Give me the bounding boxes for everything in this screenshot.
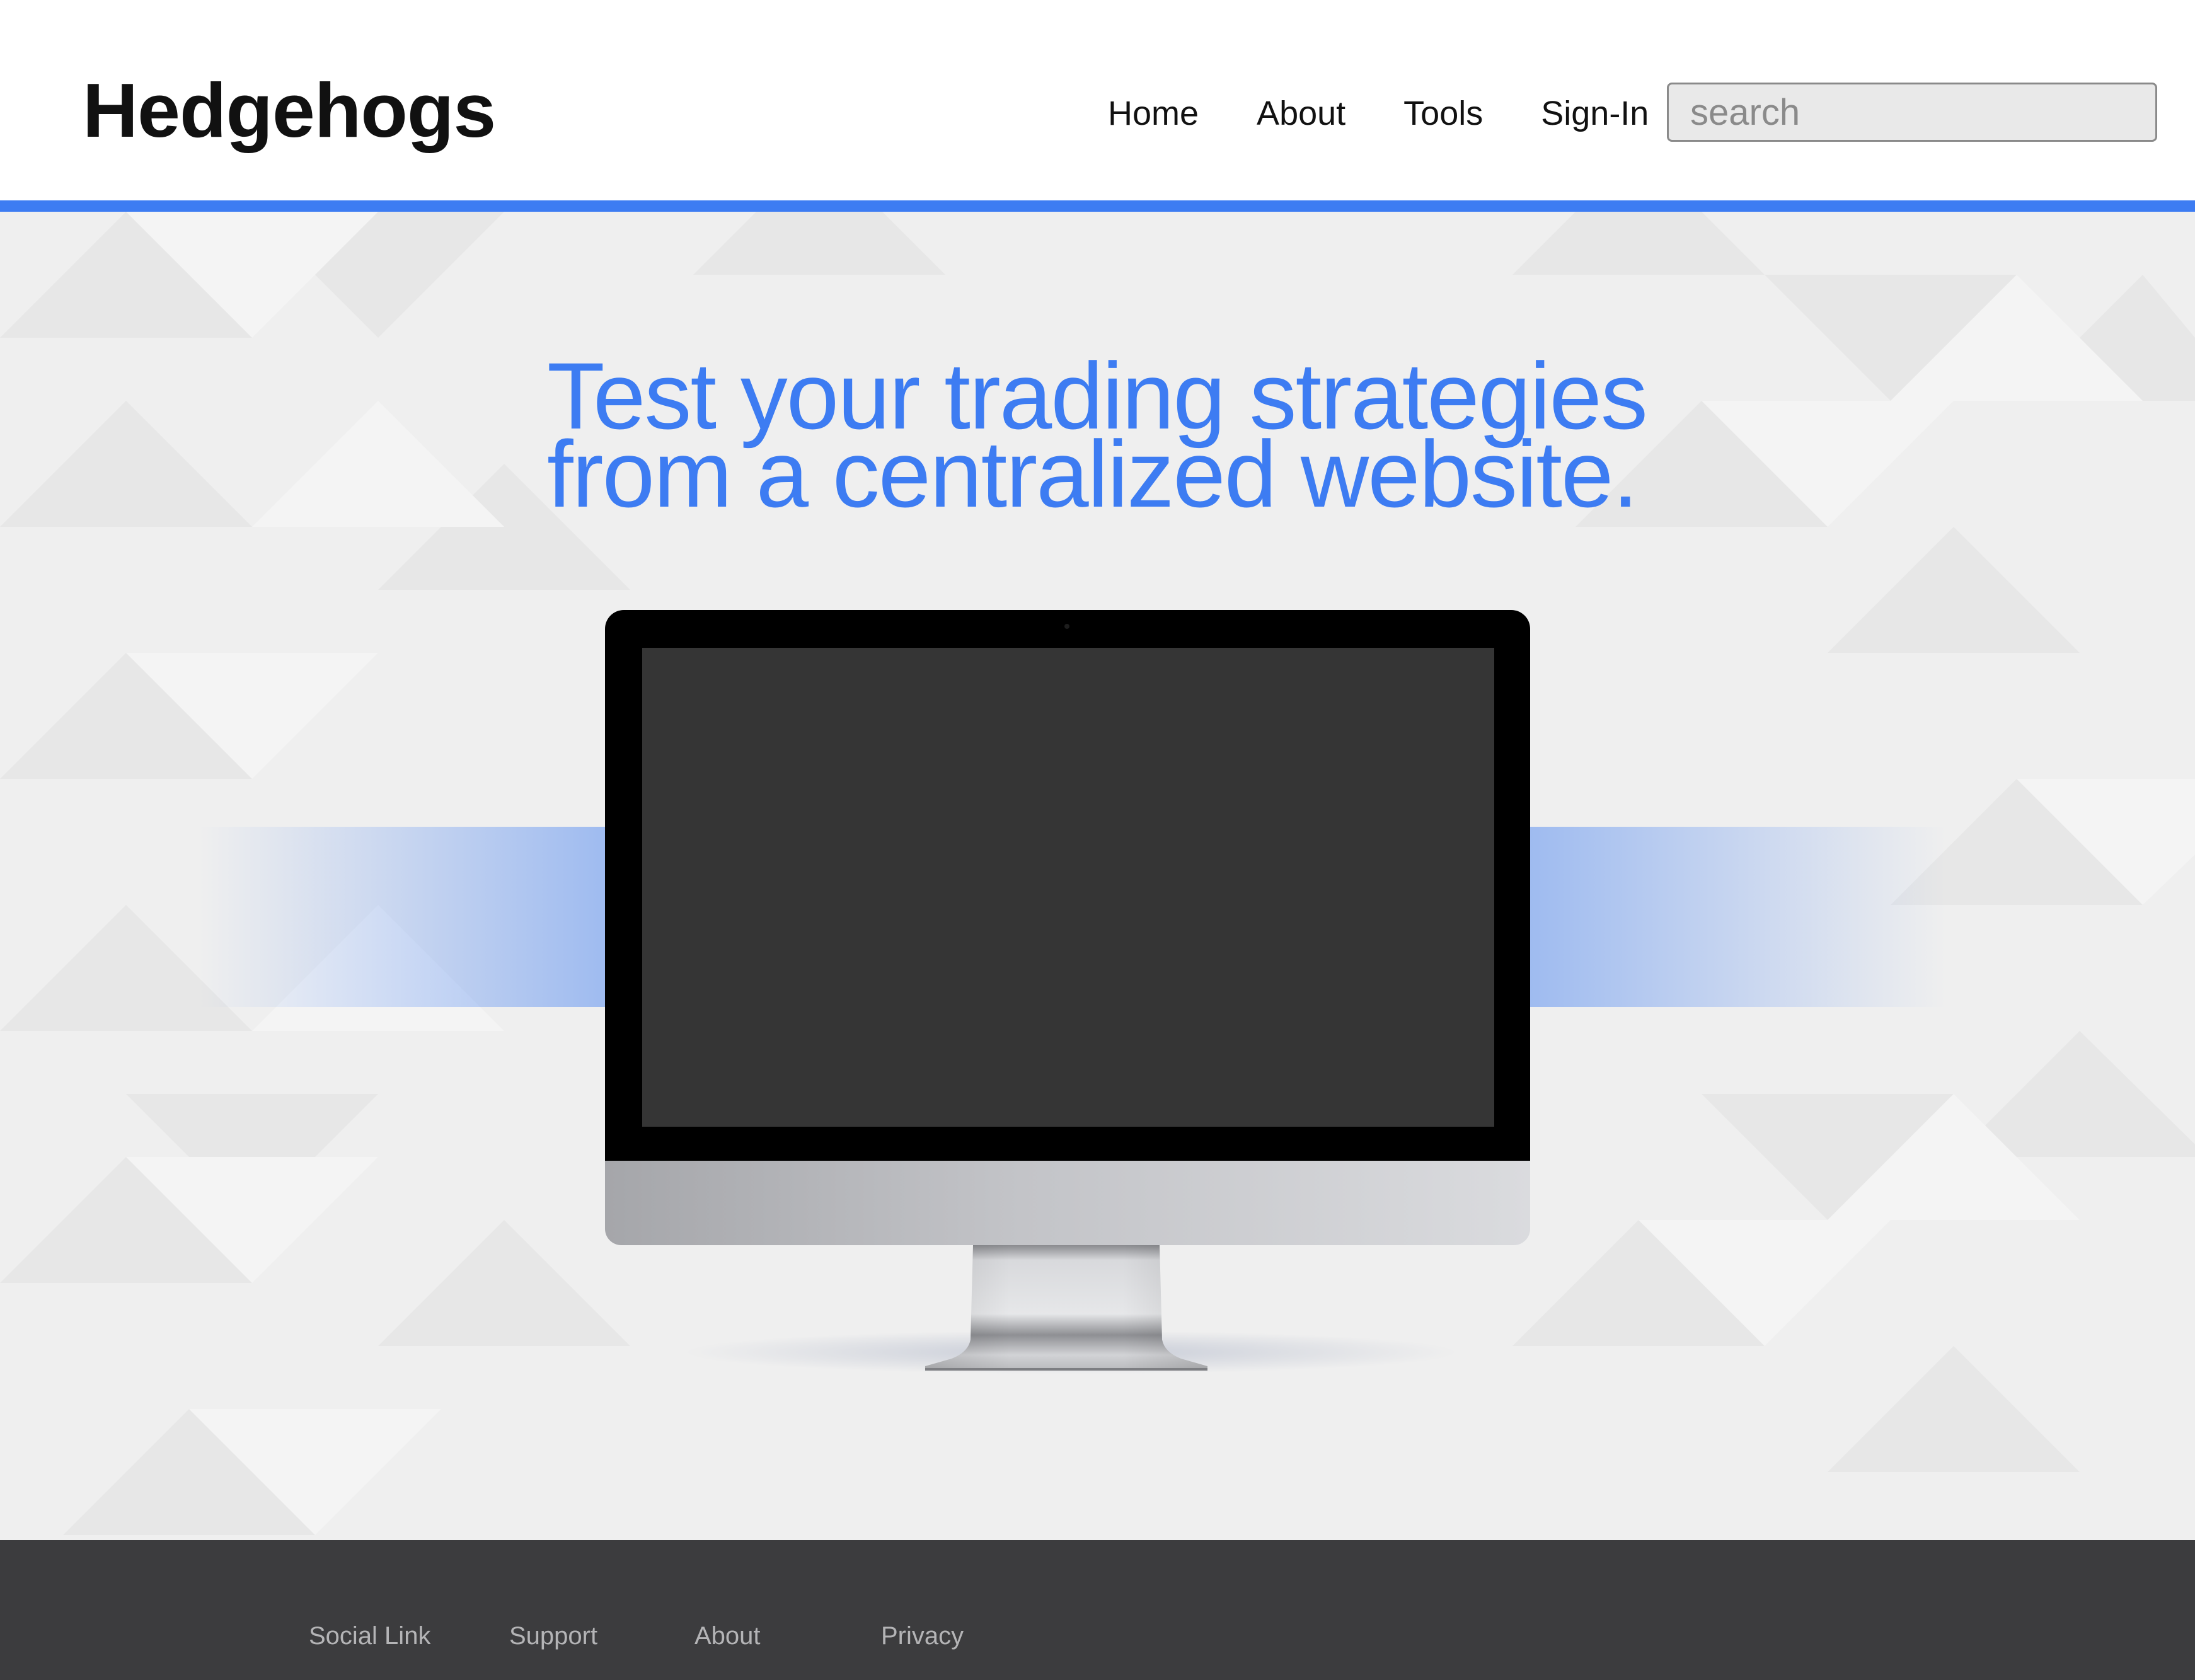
footer-social-link[interactable]: Social Link: [309, 1622, 430, 1650]
search-box: [1667, 83, 2157, 142]
left-blue-glow: [199, 827, 606, 1007]
monitor-screen: [642, 648, 1494, 1127]
nav-about-link[interactable]: About: [1257, 94, 1345, 133]
nav-home-link[interactable]: Home: [1108, 94, 1199, 133]
footer-support-link[interactable]: Support: [509, 1622, 597, 1650]
footer-privacy-link[interactable]: Privacy: [881, 1622, 964, 1650]
footer-about-link[interactable]: About: [694, 1622, 761, 1650]
hero-headline: Test your trading strategies from a cent…: [547, 348, 1681, 527]
nav-tools-link[interactable]: Tools: [1403, 94, 1483, 133]
camera-icon: [1064, 624, 1069, 629]
hero-headline-line-2: from a centralized website.: [547, 421, 1639, 527]
right-blue-glow: [1530, 827, 1945, 1007]
nav-sign-in-link[interactable]: Sign-In: [1541, 94, 1649, 133]
monitor-stand: [925, 1245, 1207, 1371]
site-logo[interactable]: Hedgehogs: [83, 63, 496, 158]
site-footer: Social Link Support About Privacy: [0, 1540, 2195, 1680]
main-nav: Home About Tools Sign-In: [1108, 88, 1649, 139]
header-accent-bar: [0, 200, 2195, 212]
site-header: Hedgehogs Home About Tools Sign-In: [0, 0, 2195, 200]
search-input[interactable]: [1689, 90, 2155, 134]
monitor-bezel: [605, 610, 1530, 1161]
hero-section: Test your trading strategies from a cent…: [0, 212, 2195, 1540]
monitor-chin: [605, 1161, 1530, 1245]
